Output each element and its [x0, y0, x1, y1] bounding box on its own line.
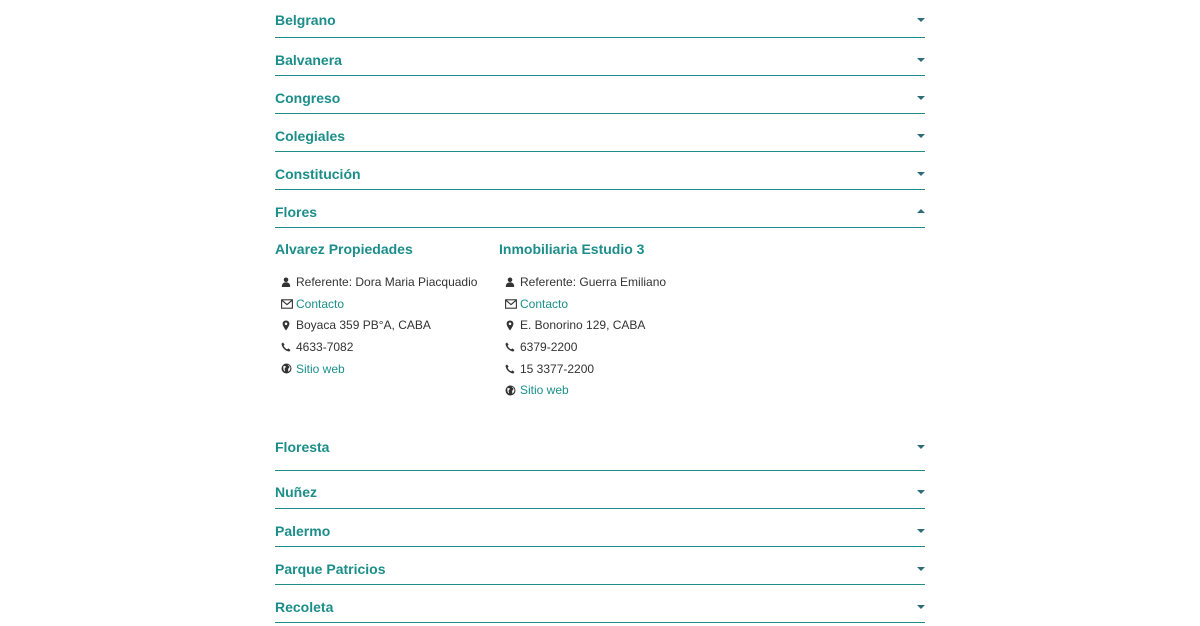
accordion-item-label: Nuñez [275, 484, 317, 500]
referente-text: Referente: Dora Maria Piacquadio [296, 274, 478, 289]
accordion-item-label: Belgrano [275, 12, 336, 28]
phone-text: 6379-2200 [520, 339, 578, 354]
agency-name: Alvarez Propiedades [275, 241, 413, 257]
contacto-row: Contacto [281, 293, 477, 315]
caret-up-icon [917, 209, 925, 213]
referente-text: Referente: Guerra Emiliano [520, 274, 667, 289]
agency-info: Referente: Guerra Emiliano Contacto E. B… [499, 271, 666, 401]
referente-row: Referente: Dora Maria Piacquadio [281, 271, 477, 293]
accordion-item-balvanera[interactable]: Balvanera [275, 38, 925, 76]
caret-down-icon [917, 18, 925, 22]
contacto-link[interactable]: Contacto [520, 297, 568, 311]
accordion-item-label: Parque Patricios [275, 561, 386, 577]
accordion-item-congreso[interactable]: Congreso [275, 76, 925, 114]
accordion-item-label: Recoleta [275, 599, 334, 615]
caret-down-icon [917, 605, 925, 609]
contacto-link[interactable]: Contacto [296, 297, 344, 311]
phone-row: 6379-2200 [505, 336, 666, 358]
website-link[interactable]: Sitio web [520, 383, 569, 397]
agency-card: Inmobiliaria Estudio 3 Referente: Guerra… [499, 240, 666, 401]
phone-row: 4633-7082 [281, 336, 477, 358]
neighborhood-accordion: Belgrano Balvanera Congreso Colegiales C… [275, 0, 925, 623]
map-marker-icon [281, 318, 295, 332]
envelope-icon [281, 297, 295, 311]
accordion-item-nunez[interactable]: Nuñez [275, 471, 925, 509]
address-row: E. Bonorino 129, CABA [505, 314, 666, 336]
website-row: Sitio web [281, 358, 477, 380]
caret-down-icon [917, 529, 925, 533]
accordion-item-label: Floresta [275, 439, 330, 455]
user-icon [505, 275, 519, 289]
flores-panel: Alvarez Propiedades Referente: Dora Mari… [275, 228, 925, 433]
map-marker-icon [505, 318, 519, 332]
phone-text: 15 3377-2200 [520, 361, 595, 376]
address-row: Boyaca 359 PB°A, CABA [281, 314, 477, 336]
caret-down-icon [917, 490, 925, 494]
accordion-item-palermo[interactable]: Palermo [275, 509, 925, 547]
phone-icon [281, 340, 295, 354]
accordion-item-colegiales[interactable]: Colegiales [275, 114, 925, 152]
accordion-item-label: Palermo [275, 523, 331, 539]
accordion-item-constitucion[interactable]: Constitución [275, 152, 925, 190]
envelope-icon [505, 297, 519, 311]
website-row: Sitio web [505, 379, 666, 401]
address-text: Boyaca 359 PB°A, CABA [296, 318, 431, 333]
caret-down-icon [917, 567, 925, 571]
caret-down-icon [917, 445, 925, 449]
caret-down-icon [917, 96, 925, 100]
accordion-item-label: Colegiales [275, 128, 346, 144]
globe-icon [505, 383, 519, 397]
accordion-item-flores[interactable]: Flores [275, 190, 925, 228]
accordion-item-label: Congreso [275, 90, 341, 106]
accordion-item-floresta[interactable]: Floresta [275, 433, 925, 471]
address-text: E. Bonorino 129, CABA [520, 318, 646, 333]
accordion-item-recoleta[interactable]: Recoleta [275, 585, 925, 623]
phone-row: 15 3377-2200 [505, 358, 666, 380]
contacto-row: Contacto [505, 293, 666, 315]
accordion-item-parque-patricios[interactable]: Parque Patricios [275, 547, 925, 585]
phone-icon [505, 340, 519, 354]
accordion-item-belgrano[interactable]: Belgrano [275, 0, 925, 38]
website-link[interactable]: Sitio web [296, 362, 345, 376]
accordion-item-label: Constitución [275, 166, 361, 182]
agency-card: Alvarez Propiedades Referente: Dora Mari… [275, 240, 477, 379]
accordion-item-label: Flores [275, 204, 318, 220]
agency-info: Referente: Dora Maria Piacquadio Contact… [275, 271, 477, 379]
phone-text: 4633-7082 [296, 339, 354, 354]
caret-down-icon [917, 172, 925, 176]
accordion-item-label: Balvanera [275, 52, 342, 68]
phone-icon [505, 362, 519, 376]
globe-icon [281, 362, 295, 376]
user-icon [281, 275, 295, 289]
caret-down-icon [917, 58, 925, 62]
referente-row: Referente: Guerra Emiliano [505, 271, 666, 293]
caret-down-icon [917, 134, 925, 138]
agency-name: Inmobiliaria Estudio 3 [499, 241, 645, 257]
